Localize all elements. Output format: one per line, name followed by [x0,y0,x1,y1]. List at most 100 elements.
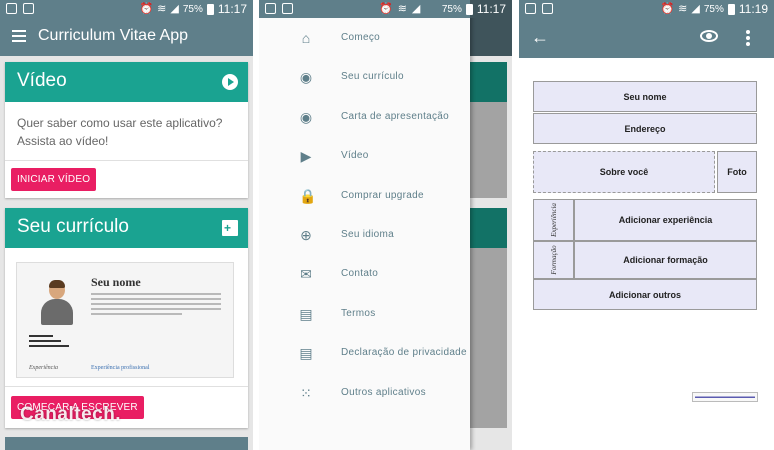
status-bar: ⏰ ≋ ◢ 75% 11:17 [0,0,253,18]
education-side-label: Formação [533,241,574,279]
navigation-drawer: ⌂ Começo ◉ Seu currículo ◉ Carta de apresenta… [259,0,470,450]
drawer-item[interactable]: ⁙ Outros aplicativos [259,374,470,413]
resume-preview[interactable]: Seu nome Experiência Experiência profiss… [16,262,234,378]
drawer-item[interactable]: ◉ Carta de apresentação [259,98,470,137]
status-icons: ⏰ ≋ ◢ [379,2,420,15]
add-experience-block[interactable]: Adicionar experiência [574,199,757,241]
gallery-notification-icon [6,3,17,14]
globe-icon: ⊕ [300,226,312,243]
watermark-logo: Canaltech. [20,404,122,425]
drawer-item-label: Carta de apresentação [341,110,450,122]
drawer-item[interactable]: ▤ Declaração de privacidade [259,334,470,373]
resume-card-header: Seu currículo [5,208,248,248]
add-education-block[interactable]: Adicionar formação [574,241,757,279]
battery-icon [727,3,735,15]
app-title: Curriculum Vitae App [38,27,188,44]
apps-grid-icon: ⁙ [300,384,312,401]
drawer-item[interactable]: ⌂ Começo [259,19,470,58]
voicemail-notification-icon [282,3,293,14]
video-card: Vídeo Quer saber como usar este aplicati… [5,62,248,198]
battery-percent: 75% [182,3,203,15]
wifi-icon: ≋ [397,3,407,15]
mail-icon: ✉ [300,266,312,283]
battery-icon [206,3,214,15]
drawer-item-label: Contato [341,268,379,280]
drawer-item[interactable]: ▶ Vídeo [259,137,470,176]
signal-icon: ◢ [170,2,179,15]
drawer-item-label: Seu currículo [341,71,404,83]
more-options-icon[interactable] [746,30,750,48]
lock-icon: 🔒 [299,187,317,204]
voicemail-notification-icon [542,3,553,14]
menu-icon[interactable] [12,30,26,42]
clock: 11:19 [738,2,768,16]
preview-experience-label: Experiência [29,365,58,371]
signal-icon: ◢ [411,3,421,15]
preview-name: Seu nome [91,275,141,289]
status-bar-right: 75% 11:17 [442,0,512,18]
preview-experience-heading: Experiência profissional [91,365,150,371]
play-icon: ▶ [300,148,312,165]
drawer-menu: ⌂ Começo ◉ Seu currículo ◉ Carta de apresenta… [259,19,470,413]
divider [5,386,248,387]
video-card-title: Vídeo [17,70,67,91]
drawer-item-label: Vídeo [341,150,369,162]
back-arrow-icon[interactable]: ← [531,28,549,46]
resume-canvas: Seu nome Endereço Sobre você Foto Experi… [519,58,774,450]
drawer-item-label: Seu idioma [341,228,395,240]
drawer-item-label: Termos [341,307,376,319]
drawer-item[interactable]: ✉ Contato [259,255,470,294]
experience-side-label: Experiência [533,199,574,241]
photo-block[interactable]: Foto [717,151,757,193]
wifi-icon: ≋ [157,2,167,15]
editor-toolbar: ← [519,18,774,58]
start-video-button[interactable]: INICIAR VÍDEO [11,168,97,191]
resume-card: Seu currículo Seu nome Experiência Exper… [5,208,248,428]
preview-eye-icon[interactable] [700,30,718,42]
alarm-icon: ⏰ [139,2,154,15]
address-block[interactable]: Endereço [533,113,757,144]
drawer-item-label: Começo [341,32,381,43]
editor-screen: ⏰ ≋ ◢ 75% 11:19 ← Seu nome Endereço Sobr… [519,0,774,450]
drawer-item[interactable]: ⊕ Seu idioma [259,216,470,255]
drawer-item-label: Comprar upgrade [341,189,424,201]
app-bar: Curriculum Vitae App [0,18,253,56]
play-circle-icon[interactable] [222,74,238,90]
about-block[interactable]: Sobre você [533,151,715,193]
resume-card-title: Seu currículo [17,216,129,237]
clock: 11:17 [217,2,247,16]
avatar [39,280,75,325]
preview-contact-lines [29,335,69,350]
add-other-block[interactable]: Adicionar outros [533,279,757,310]
drawer-screen: ⌂ Começo ◉ Seu currículo ◉ Carta de apresenta… [259,0,512,450]
battery-icon [465,3,473,15]
home-screen: ⏰ ≋ ◢ 75% 11:17 Curriculum Vitae App Víd… [0,0,253,450]
document-icon: ▤ [299,305,313,322]
drawer-item[interactable]: 🔒 Comprar upgrade [259,177,470,216]
alarm-icon: ⏰ [660,2,675,15]
signal-icon: ◢ [691,2,700,15]
voicemail-notification-icon [23,3,34,14]
status-bar [259,0,470,18]
drawer-item[interactable]: ▤ Termos [259,295,470,334]
name-block[interactable]: Seu nome [533,81,757,112]
wifi-icon: ≋ [678,2,688,15]
status-bar: ⏰ ≋ ◢ 75% 11:19 [519,0,774,18]
document-icon: ▤ [299,345,313,362]
alarm-icon: ⏰ [379,3,393,15]
preview-text-lines [91,293,221,318]
gallery-notification-icon [525,3,536,14]
add-document-icon[interactable] [222,220,238,236]
drawer-item[interactable]: ◉ Seu currículo [259,58,470,97]
eye-icon: ◉ [299,69,313,86]
eye-icon: ◉ [299,108,313,125]
next-card-header [5,437,248,450]
battery-percent: 75% [703,3,724,15]
footer-link[interactable]: ▬▬▬▬▬▬▬▬▬▬▬▬ [692,392,758,402]
video-card-text: Quer saber como usar este aplicativo? As… [17,116,223,148]
battery-percent: 75% [441,3,462,15]
video-card-header: Vídeo [5,62,248,102]
clock: 11:17 [476,2,506,16]
gallery-notification-icon [265,3,276,14]
home-icon: ⌂ [301,30,311,46]
